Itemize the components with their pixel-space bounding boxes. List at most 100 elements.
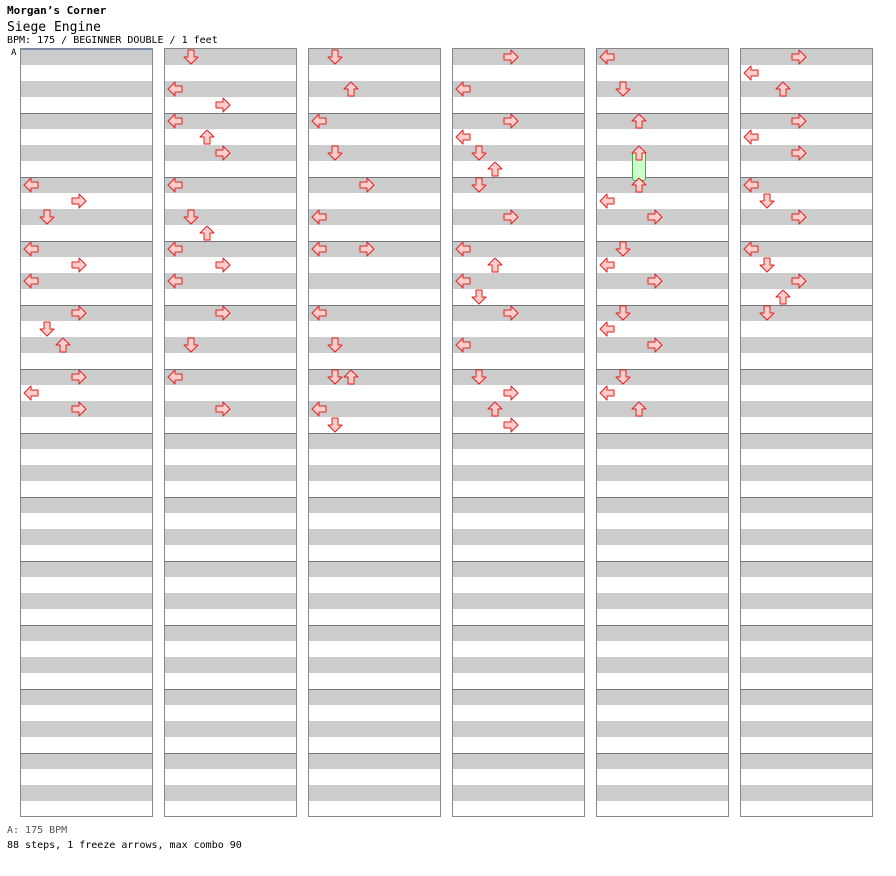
measure-line xyxy=(597,561,728,562)
measure-line xyxy=(597,177,728,178)
measure-line xyxy=(309,305,440,306)
measure-line xyxy=(165,113,296,114)
down-arrow-icon xyxy=(471,369,487,385)
measure-line xyxy=(165,753,296,754)
measure-line xyxy=(741,497,872,498)
up-arrow-icon xyxy=(55,337,71,353)
down-arrow-icon xyxy=(759,305,775,321)
measure-line xyxy=(453,561,584,562)
measure-line xyxy=(21,113,152,114)
measure-line xyxy=(165,241,296,242)
measure-line xyxy=(453,497,584,498)
left-arrow-icon xyxy=(455,273,471,289)
right-arrow-icon xyxy=(503,385,519,401)
chart-column-1 xyxy=(20,48,153,817)
measure-line xyxy=(165,433,296,434)
chart-summary: 88 steps, 1 freeze arrows, max combo 90 xyxy=(7,840,242,851)
down-arrow-icon xyxy=(615,81,631,97)
right-arrow-icon xyxy=(791,145,807,161)
measure-line xyxy=(597,497,728,498)
measure-line xyxy=(21,689,152,690)
measure-line xyxy=(453,753,584,754)
left-arrow-icon xyxy=(23,241,39,257)
left-arrow-icon xyxy=(167,273,183,289)
left-arrow-icon xyxy=(599,49,615,65)
left-arrow-icon xyxy=(455,241,471,257)
down-arrow-icon xyxy=(39,321,55,337)
left-arrow-icon xyxy=(23,385,39,401)
left-arrow-icon xyxy=(743,65,759,81)
left-arrow-icon xyxy=(743,241,759,257)
measure-line xyxy=(21,625,152,626)
measure-line xyxy=(597,433,728,434)
up-arrow-icon xyxy=(343,369,359,385)
chart-column-3 xyxy=(308,48,441,817)
measure-line xyxy=(165,177,296,178)
down-arrow-icon xyxy=(183,209,199,225)
measure-line xyxy=(309,561,440,562)
measure-line xyxy=(21,177,152,178)
right-arrow-icon xyxy=(791,273,807,289)
measure-line xyxy=(165,689,296,690)
up-arrow-icon xyxy=(199,225,215,241)
right-arrow-icon xyxy=(503,113,519,129)
left-arrow-icon xyxy=(599,385,615,401)
right-arrow-icon xyxy=(215,401,231,417)
right-arrow-icon xyxy=(791,209,807,225)
measure-line xyxy=(21,497,152,498)
up-arrow-icon xyxy=(631,145,647,161)
measure-line xyxy=(597,113,728,114)
measure-line xyxy=(309,433,440,434)
chart-info: BPM: 175 / BEGINNER DOUBLE / 1 feet xyxy=(7,35,218,46)
right-arrow-icon xyxy=(647,337,663,353)
measure-line xyxy=(453,241,584,242)
measure-line xyxy=(741,369,872,370)
down-arrow-icon xyxy=(327,417,343,433)
left-arrow-icon xyxy=(23,177,39,193)
left-arrow-icon xyxy=(455,337,471,353)
measure-line xyxy=(741,753,872,754)
up-arrow-icon xyxy=(775,81,791,97)
right-arrow-icon xyxy=(71,305,87,321)
down-arrow-icon xyxy=(39,209,55,225)
measure-line xyxy=(309,689,440,690)
down-arrow-icon xyxy=(471,289,487,305)
measure-line xyxy=(741,177,872,178)
measure-line xyxy=(309,497,440,498)
chart-column-2 xyxy=(164,48,297,817)
down-arrow-icon xyxy=(471,177,487,193)
measure-line xyxy=(309,625,440,626)
up-arrow-icon xyxy=(775,289,791,305)
measure-line xyxy=(741,625,872,626)
left-arrow-icon xyxy=(167,81,183,97)
down-arrow-icon xyxy=(327,337,343,353)
down-arrow-icon xyxy=(759,193,775,209)
song-title: Siege Engine xyxy=(7,20,101,35)
start-line xyxy=(21,49,152,50)
right-arrow-icon xyxy=(791,113,807,129)
down-arrow-icon xyxy=(327,49,343,65)
left-arrow-icon xyxy=(599,193,615,209)
right-arrow-icon xyxy=(647,209,663,225)
right-arrow-icon xyxy=(647,273,663,289)
measure-line xyxy=(741,433,872,434)
left-arrow-icon xyxy=(743,177,759,193)
down-arrow-icon xyxy=(615,369,631,385)
measure-line xyxy=(165,561,296,562)
down-arrow-icon xyxy=(615,305,631,321)
measure-line xyxy=(741,689,872,690)
right-arrow-icon xyxy=(359,177,375,193)
left-arrow-icon xyxy=(167,113,183,129)
measure-line xyxy=(21,241,152,242)
right-arrow-icon xyxy=(503,305,519,321)
right-arrow-icon xyxy=(503,209,519,225)
measure-line xyxy=(741,241,872,242)
measure-line xyxy=(165,369,296,370)
left-arrow-icon xyxy=(167,177,183,193)
left-arrow-icon xyxy=(311,401,327,417)
up-arrow-icon xyxy=(487,401,503,417)
down-arrow-icon xyxy=(327,145,343,161)
down-arrow-icon xyxy=(615,241,631,257)
site-title: Morgan’s Corner xyxy=(7,4,107,17)
chart-column-4 xyxy=(452,48,585,817)
